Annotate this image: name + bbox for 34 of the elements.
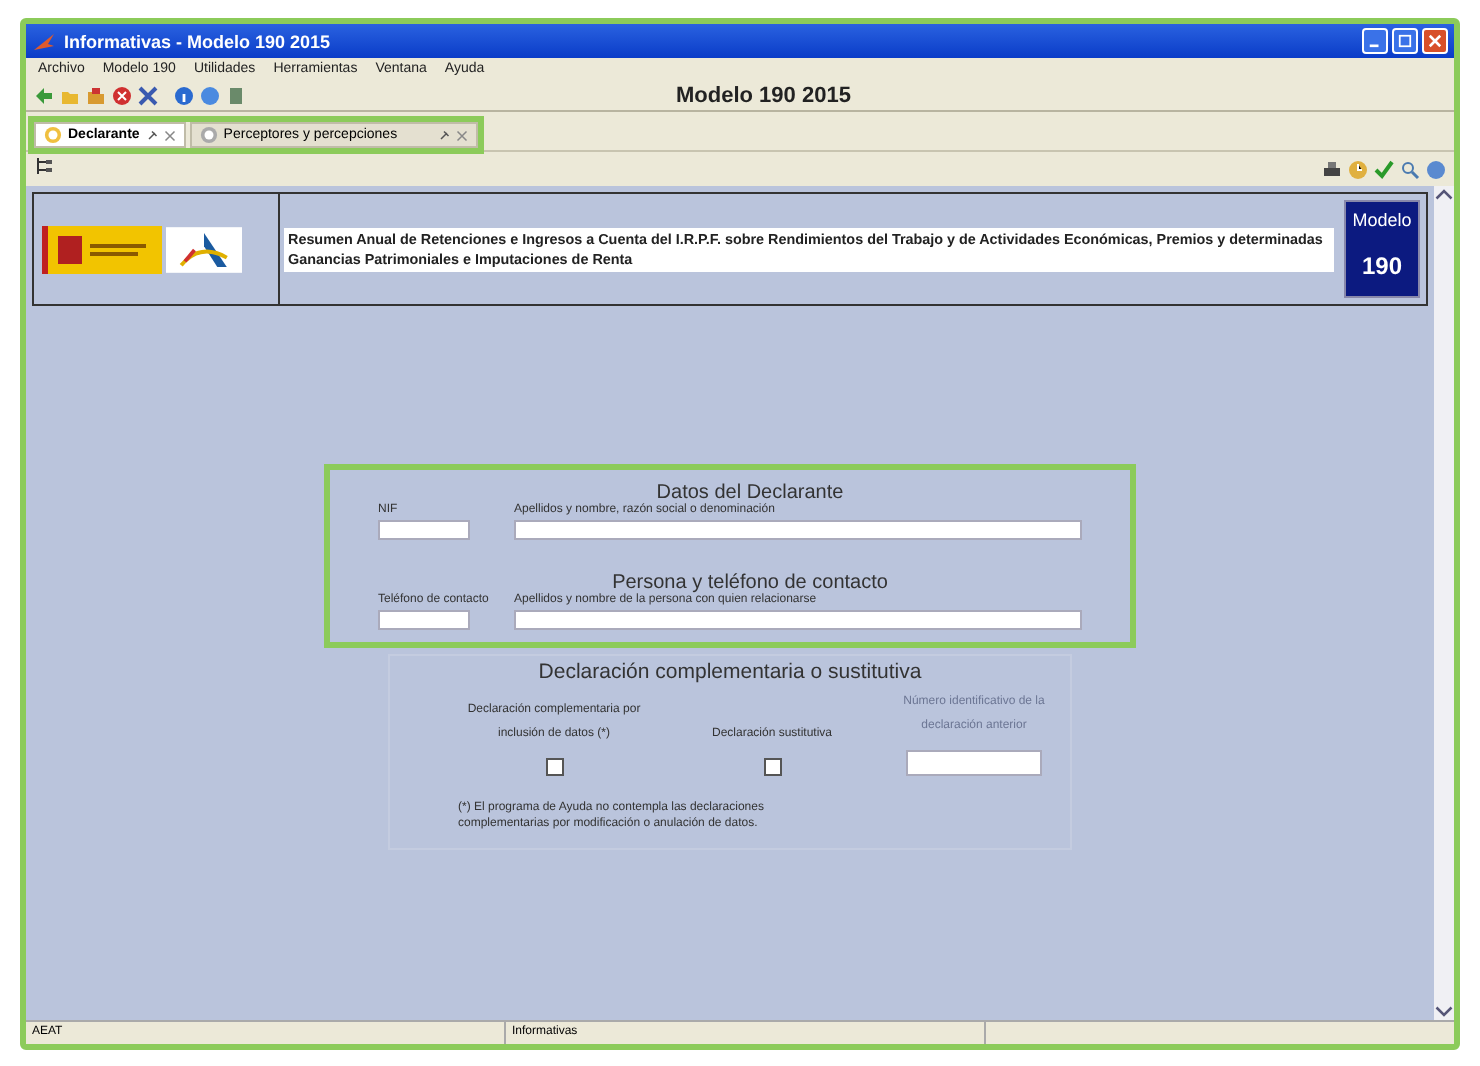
pin-icon[interactable]: [145, 129, 158, 141]
checkmark-icon[interactable]: [1374, 159, 1394, 179]
close-icon[interactable]: [455, 129, 468, 141]
model-number: 190: [1361, 252, 1403, 280]
tree-icon[interactable]: [34, 156, 54, 176]
section-title: Datos del Declarante: [654, 482, 846, 504]
government-logo: [42, 225, 162, 273]
maximize-icon: [1398, 34, 1412, 48]
app-icon: [32, 29, 56, 53]
input-field[interactable]: [514, 520, 1082, 540]
magnifier-icon[interactable]: [1400, 159, 1420, 179]
pin-icon[interactable]: [437, 129, 450, 141]
model-label: Modelo: [1352, 210, 1412, 230]
input-field[interactable]: [378, 520, 470, 540]
scrollbar[interactable]: [1434, 186, 1454, 1020]
input-field[interactable]: [514, 610, 1082, 630]
close-icon[interactable]: [163, 129, 176, 141]
window-title: Informativas - Modelo 190 2015: [64, 31, 331, 51]
printer-icon[interactable]: [1322, 159, 1342, 179]
model-title: Modelo 190 2015: [676, 83, 851, 107]
input-field[interactable]: [378, 610, 470, 630]
close-button[interactable]: [1422, 28, 1448, 54]
close-icon: [1428, 34, 1442, 48]
folder-icon[interactable]: [86, 85, 106, 105]
stop-icon[interactable]: [112, 85, 132, 105]
checkbox[interactable]: [545, 758, 563, 776]
agency-logo: [166, 225, 242, 273]
section-title: Persona y teléfono de contacto: [612, 572, 890, 594]
back-arrow-icon[interactable]: [34, 85, 54, 105]
info-icon[interactable]: [174, 85, 194, 105]
maximize-button[interactable]: [1392, 28, 1418, 54]
checkbox[interactable]: [763, 758, 781, 776]
section-title: Declaración complementaria o sustitutiva: [536, 660, 924, 684]
minimize-button[interactable]: [1362, 28, 1388, 54]
